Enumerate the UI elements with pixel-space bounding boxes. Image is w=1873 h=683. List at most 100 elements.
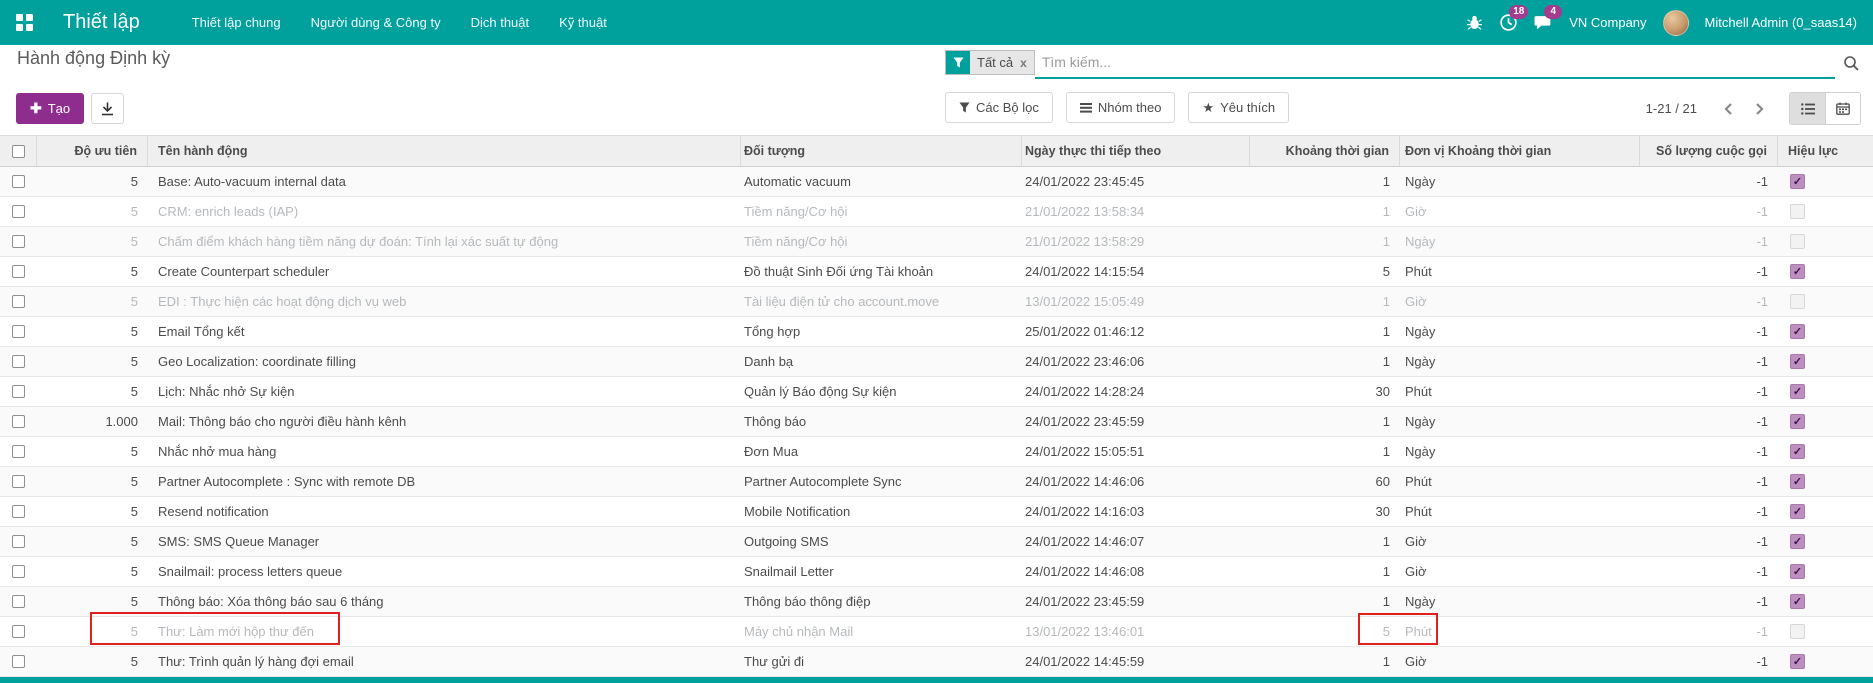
cell-interval[interactable]: 1 <box>1250 197 1400 226</box>
table-row[interactable]: 5SMS: SMS Queue ManagerOutgoing SMS24/01… <box>0 527 1873 557</box>
cell-next-exec[interactable]: 24/01/2022 15:05:51 <box>1022 437 1250 466</box>
active-checkbox-unchecked[interactable] <box>1790 234 1805 249</box>
row-checkbox[interactable] <box>12 295 25 308</box>
cell-calls[interactable]: -1 <box>1640 377 1778 406</box>
table-row[interactable]: 5Email Tổng kếtTổng hợp25/01/2022 01:46:… <box>0 317 1873 347</box>
cell-calls[interactable]: -1 <box>1640 347 1778 376</box>
active-checkbox-unchecked[interactable] <box>1790 294 1805 309</box>
cell-model[interactable]: Đơn Mua <box>741 437 1022 466</box>
cell-action-name[interactable]: Nhắc nhở mua hàng <box>148 437 741 466</box>
cell-next-exec[interactable]: 24/01/2022 23:46:06 <box>1022 347 1250 376</box>
active-checkbox-checked[interactable]: ✓ <box>1790 414 1805 429</box>
cell-next-exec[interactable]: 24/01/2022 14:28:24 <box>1022 377 1250 406</box>
column-header-interval-unit[interactable]: Đơn vị Khoảng thời gian <box>1400 136 1640 166</box>
cell-interval[interactable]: 1 <box>1250 347 1400 376</box>
table-row[interactable]: 5Base: Auto-vacuum internal dataAutomati… <box>0 167 1873 197</box>
cell-model[interactable]: Danh bạ <box>741 347 1022 376</box>
row-checkbox[interactable] <box>12 535 25 548</box>
favorites-button[interactable]: ★ Yêu thích <box>1188 92 1289 123</box>
cell-interval-unit[interactable]: Phút <box>1400 617 1640 646</box>
cell-calls[interactable]: -1 <box>1640 647 1778 676</box>
cell-next-exec[interactable]: 24/01/2022 14:46:06 <box>1022 467 1250 496</box>
table-row[interactable]: 5Geo Localization: coordinate fillingDan… <box>0 347 1873 377</box>
cell-calls[interactable]: -1 <box>1640 167 1778 196</box>
cell-interval-unit[interactable]: Ngày <box>1400 437 1640 466</box>
active-checkbox-checked[interactable]: ✓ <box>1790 174 1805 189</box>
cell-model[interactable]: Quản lý Báo động Sự kiện <box>741 377 1022 406</box>
table-row[interactable]: 5EDI : Thực hiện các hoạt động dịch vụ w… <box>0 287 1873 317</box>
cell-interval[interactable]: 1 <box>1250 287 1400 316</box>
active-checkbox-checked[interactable]: ✓ <box>1790 474 1805 489</box>
column-header-priority[interactable]: Độ ưu tiên <box>37 136 148 166</box>
cell-priority[interactable]: 5 <box>37 557 148 586</box>
cell-priority[interactable]: 1.000 <box>37 407 148 436</box>
cell-interval[interactable]: 1 <box>1250 557 1400 586</box>
cell-action-name[interactable]: Base: Auto-vacuum internal data <box>148 167 741 196</box>
cell-interval-unit[interactable]: Phút <box>1400 257 1640 286</box>
cell-next-exec[interactable]: 24/01/2022 23:45:59 <box>1022 407 1250 436</box>
cell-calls[interactable]: -1 <box>1640 437 1778 466</box>
cell-calls[interactable]: -1 <box>1640 557 1778 586</box>
cell-interval-unit[interactable]: Ngày <box>1400 167 1640 196</box>
cell-next-exec[interactable]: 21/01/2022 13:58:29 <box>1022 227 1250 256</box>
cell-model[interactable]: Automatic vacuum <box>741 167 1022 196</box>
search-input[interactable] <box>1035 47 1835 79</box>
cell-calls[interactable]: -1 <box>1640 257 1778 286</box>
cell-next-exec[interactable]: 24/01/2022 14:45:59 <box>1022 647 1250 676</box>
cell-calls[interactable]: -1 <box>1640 527 1778 556</box>
user-menu[interactable]: Mitchell Admin (0_saas14) <box>1705 15 1857 30</box>
table-row[interactable]: 1.000Mail: Thông báo cho người điều hành… <box>0 407 1873 437</box>
messages-chat-icon[interactable]: 4 <box>1534 13 1553 32</box>
cell-model[interactable]: Snailmail Letter <box>741 557 1022 586</box>
cell-interval-unit[interactable]: Ngày <box>1400 407 1640 436</box>
menu-translation[interactable]: Dịch thuật <box>471 15 530 30</box>
table-row[interactable]: 5Resend notificationMobile Notification2… <box>0 497 1873 527</box>
search-magnifier-icon[interactable] <box>1843 55 1860 72</box>
cell-model[interactable]: Tiềm năng/Cơ hội <box>741 227 1022 256</box>
cell-priority[interactable]: 5 <box>37 167 148 196</box>
table-row[interactable]: 5Create Counterpart schedulerĐồ thuật Si… <box>0 257 1873 287</box>
cell-model[interactable]: Outgoing SMS <box>741 527 1022 556</box>
cell-model[interactable]: Partner Autocomplete Sync <box>741 467 1022 496</box>
calendar-view-button[interactable] <box>1825 93 1860 124</box>
cell-interval[interactable]: 1 <box>1250 527 1400 556</box>
active-checkbox-checked[interactable]: ✓ <box>1790 384 1805 399</box>
cell-action-name[interactable]: CRM: enrich leads (IAP) <box>148 197 741 226</box>
active-checkbox-checked[interactable]: ✓ <box>1790 564 1805 579</box>
cell-interval[interactable]: 1 <box>1250 317 1400 346</box>
row-checkbox[interactable] <box>12 415 25 428</box>
cell-interval-unit[interactable]: Ngày <box>1400 227 1640 256</box>
row-checkbox[interactable] <box>12 355 25 368</box>
groupby-button[interactable]: Nhóm theo <box>1066 92 1176 123</box>
cell-priority[interactable]: 5 <box>37 197 148 226</box>
user-avatar[interactable] <box>1663 10 1689 36</box>
create-button[interactable]: ✚ Tạo <box>16 93 84 124</box>
cell-interval[interactable]: 1 <box>1250 167 1400 196</box>
cell-priority[interactable]: 5 <box>37 437 148 466</box>
cell-interval[interactable]: 5 <box>1250 257 1400 286</box>
debug-bug-icon[interactable] <box>1466 14 1483 31</box>
facet-remove-icon[interactable]: x <box>1020 51 1034 74</box>
row-checkbox[interactable] <box>12 175 25 188</box>
cell-interval-unit[interactable]: Phút <box>1400 467 1640 496</box>
cell-priority[interactable]: 5 <box>37 587 148 616</box>
cell-interval[interactable]: 30 <box>1250 497 1400 526</box>
cell-interval-unit[interactable]: Giờ <box>1400 527 1640 556</box>
cell-action-name[interactable]: Lịch: Nhắc nhở Sự kiện <box>148 377 741 406</box>
menu-technical[interactable]: Kỹ thuật <box>559 15 607 30</box>
cell-interval[interactable]: 60 <box>1250 467 1400 496</box>
company-switcher[interactable]: VN Company <box>1569 15 1646 30</box>
cell-action-name[interactable]: Create Counterpart scheduler <box>148 257 741 286</box>
menu-users-companies[interactable]: Người dùng & Công ty <box>311 15 441 30</box>
cell-calls[interactable]: -1 <box>1640 287 1778 316</box>
export-download-button[interactable] <box>91 93 124 124</box>
cell-action-name[interactable]: Partner Autocomplete : Sync with remote … <box>148 467 741 496</box>
cell-interval-unit[interactable]: Ngày <box>1400 347 1640 376</box>
active-checkbox-checked[interactable]: ✓ <box>1790 354 1805 369</box>
cell-action-name[interactable]: Mail: Thông báo cho người điều hành kênh <box>148 407 741 436</box>
cell-priority[interactable]: 5 <box>37 617 148 646</box>
cell-action-name[interactable]: Thư: Trình quản lý hàng đợi email <box>148 647 741 676</box>
cell-model[interactable]: Thông báo <box>741 407 1022 436</box>
table-row[interactable]: 5Thông báo: Xóa thông báo sau 6 thángThô… <box>0 587 1873 617</box>
search-facet-all[interactable]: Tất cả x <box>945 50 1035 75</box>
